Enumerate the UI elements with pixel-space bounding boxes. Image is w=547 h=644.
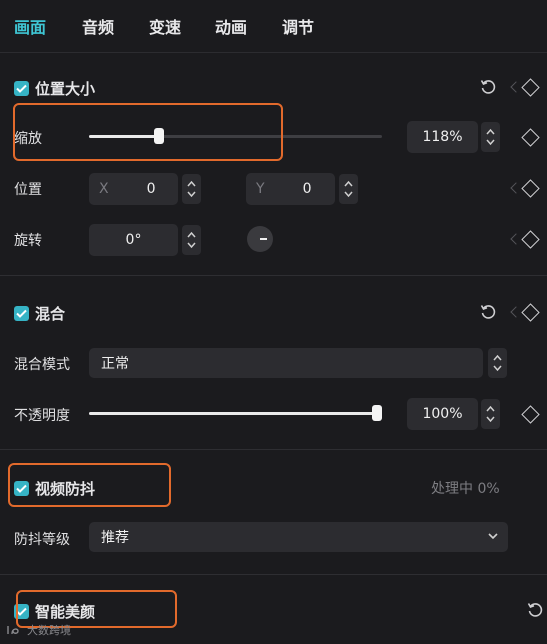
divider [0, 574, 547, 575]
highlight-box-stabilize [8, 463, 171, 507]
divider [0, 275, 547, 276]
watermark-logo-icon [7, 626, 19, 635]
opacity-stepper[interactable] [481, 399, 500, 429]
stepper-arrows-icon [344, 180, 353, 198]
y-label: Y [256, 181, 265, 197]
position-size-title: 位置大小 [35, 80, 96, 98]
position-label: 位置 [14, 182, 42, 198]
watermark: 大数跨境 [6, 622, 71, 638]
stepper-arrows-icon [486, 128, 495, 146]
y-value: 0 [302, 181, 312, 197]
scale-keyframe-icon[interactable] [521, 128, 540, 147]
watermark-text: 大数跨境 [27, 624, 71, 637]
position-size-checkbox[interactable] [14, 81, 29, 96]
stabilize-status: 处理中 0% [431, 481, 500, 497]
scale-value-field[interactable]: 118% [407, 121, 478, 153]
reset-icon[interactable] [479, 78, 497, 96]
chevron-down-icon [488, 533, 498, 540]
blend-checkbox[interactable] [14, 306, 29, 321]
blend-mode-label: 混合模式 [14, 357, 70, 373]
blend-header: 混合 [14, 303, 65, 324]
rotate-keyframe-icon[interactable] [521, 230, 540, 249]
x-label: X [99, 181, 109, 197]
x-value: 0 [146, 181, 156, 197]
opacity-label: 不透明度 [14, 408, 70, 424]
stepper-arrows-icon [187, 180, 196, 198]
tab-audio[interactable]: 音频 [82, 14, 114, 38]
tab-canvas[interactable]: 画面 [14, 14, 46, 38]
highlight-box-scale [13, 103, 283, 161]
rotate-value: 0° [125, 232, 142, 248]
tab-speed[interactable]: 变速 [149, 14, 181, 38]
opacity-slider[interactable] [89, 405, 382, 421]
blend-mode-stepper[interactable] [488, 348, 507, 378]
tab-animation[interactable]: 动画 [215, 14, 247, 38]
opacity-value-field[interactable]: 100% [407, 398, 478, 430]
position-x-stepper[interactable] [182, 174, 201, 204]
rotate-field[interactable]: 0° [89, 224, 178, 256]
opacity-slider-fill [89, 412, 382, 415]
blend-title: 混合 [35, 305, 66, 323]
stabilize-level-value: 推荐 [101, 530, 129, 546]
blend-keyframe-icon[interactable] [521, 303, 540, 322]
blend-mode-value: 正常 [101, 356, 129, 372]
stepper-arrows-icon [187, 231, 196, 249]
tab-adjust[interactable]: 调节 [282, 14, 314, 38]
divider [0, 449, 547, 450]
rotate-stepper[interactable] [182, 225, 201, 255]
position-keyframe-icon[interactable] [521, 179, 540, 198]
position-y-field[interactable]: Y 0 [246, 173, 335, 205]
stabilize-level-select[interactable]: 推荐 [89, 522, 508, 552]
tab-bar: 画面 音频 变速 动画 调节 [0, 0, 547, 53]
rotation-knob[interactable] [247, 226, 273, 252]
stepper-arrows-icon [493, 354, 502, 372]
position-x-field[interactable]: X 0 [89, 173, 178, 205]
reset-icon[interactable] [526, 601, 544, 619]
blend-mode-select[interactable]: 正常 [89, 348, 483, 378]
scale-stepper[interactable] [481, 122, 500, 152]
stabilize-level-label: 防抖等级 [14, 532, 70, 548]
stepper-arrows-icon [486, 405, 495, 423]
scale-value: 118% [422, 129, 463, 145]
position-size-header: 位置大小 [14, 78, 95, 99]
position-y-stepper[interactable] [339, 174, 358, 204]
keyframe-diamond-icon[interactable] [521, 78, 540, 97]
reset-icon[interactable] [479, 303, 497, 321]
rotate-label: 旋转 [14, 233, 42, 249]
opacity-value: 100% [422, 406, 463, 422]
opacity-slider-thumb[interactable] [372, 405, 382, 421]
opacity-keyframe-icon[interactable] [521, 405, 540, 424]
